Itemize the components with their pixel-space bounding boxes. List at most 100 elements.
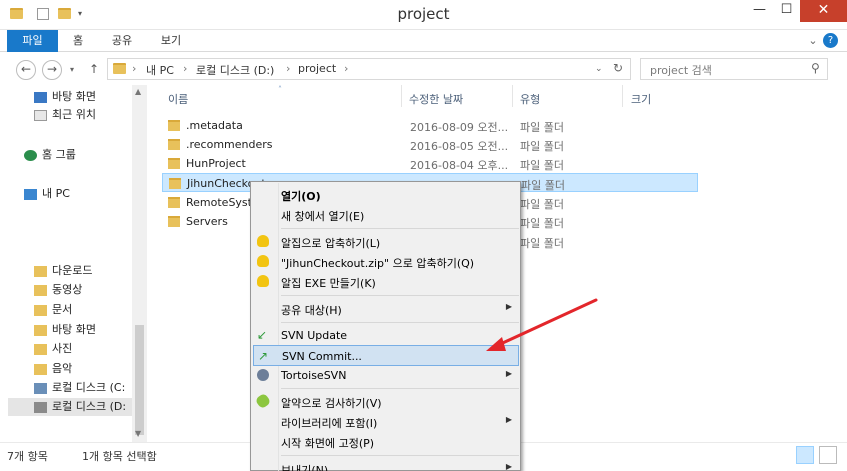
menu-separator bbox=[281, 388, 519, 389]
file-row[interactable]: .metadata 2016-08-09 오전... 파일 폴더 bbox=[162, 116, 698, 135]
address-row: ← → ▾ ↑ › 내 PC › 로컬 디스크 (D:) › project ›… bbox=[0, 53, 847, 85]
close-button[interactable]: ✕ bbox=[800, 0, 847, 22]
column-header-type[interactable]: 유형 bbox=[520, 91, 540, 107]
maximize-button[interactable]: ☐ bbox=[772, 0, 801, 22]
tab-view[interactable]: 보기 bbox=[154, 30, 188, 52]
nav-item-downloads[interactable]: 다운로드 bbox=[34, 262, 92, 280]
up-button[interactable]: ↑ bbox=[89, 62, 99, 76]
folder-icon bbox=[168, 216, 180, 227]
title-bar: ▾ project — ☐ ✕ bbox=[0, 0, 847, 30]
menu-item-alyac-scan[interactable]: 알약으로 검사하기(V) bbox=[253, 391, 519, 412]
tab-home[interactable]: 홈 bbox=[66, 30, 90, 52]
music-icon bbox=[34, 363, 47, 375]
details-view-icon[interactable] bbox=[796, 446, 814, 464]
breadcrumb-separator: › bbox=[132, 62, 137, 75]
ribbon-collapse-icon[interactable]: ⌄ bbox=[806, 30, 820, 52]
breadcrumb-separator: › bbox=[183, 62, 188, 75]
folder-icon bbox=[113, 63, 126, 74]
homegroup-icon bbox=[24, 149, 37, 161]
nav-item-documents[interactable]: 문서 bbox=[34, 301, 72, 319]
selected-count: 1개 항목 선택함 bbox=[82, 450, 157, 463]
alzip-icon bbox=[257, 255, 269, 267]
tortoisesvn-icon bbox=[257, 369, 269, 381]
breadcrumb-separator: › bbox=[344, 62, 349, 75]
item-count: 7개 항목 bbox=[7, 450, 48, 463]
folder-icon bbox=[168, 139, 180, 150]
alzip-icon bbox=[257, 235, 269, 247]
drive-c-icon bbox=[34, 382, 47, 394]
drive-d-icon bbox=[34, 401, 47, 413]
svn-commit-icon: ↗ bbox=[258, 349, 269, 363]
menu-separator bbox=[281, 455, 519, 456]
nav-item-desktop-folder[interactable]: 바탕 화면 bbox=[34, 321, 96, 339]
scrollbar-thumb[interactable] bbox=[135, 325, 144, 435]
nav-item-pictures[interactable]: 사진 bbox=[34, 340, 72, 358]
refresh-icon[interactable]: ↻ bbox=[613, 61, 623, 75]
nav-item-music[interactable]: 음악 bbox=[34, 360, 72, 378]
documents-icon bbox=[34, 304, 47, 316]
breadcrumb-project[interactable]: project bbox=[298, 62, 336, 75]
downloads-icon bbox=[34, 265, 47, 277]
menu-item-pin-to-start[interactable]: 시작 화면에 고정(P) bbox=[253, 431, 519, 452]
nav-item-recent[interactable]: 최근 위치 bbox=[34, 106, 96, 124]
address-dropdown-icon[interactable]: ⌄ bbox=[595, 64, 603, 74]
column-header-name[interactable]: 이름 bbox=[168, 91, 188, 107]
sort-ascending-icon: ˄ bbox=[278, 85, 282, 94]
folder-icon bbox=[168, 197, 180, 208]
folder-icon bbox=[169, 178, 181, 189]
file-row[interactable]: HunProject 2016-08-04 오후... 파일 폴더 bbox=[162, 154, 698, 173]
menu-item-open[interactable]: 열기(O) bbox=[253, 184, 519, 205]
svn-update-icon: ↙ bbox=[257, 328, 268, 342]
column-header-size[interactable]: 크기 bbox=[631, 91, 651, 107]
menu-item-alzip-compress-zip[interactable]: "JihunCheckout.zip" 으로 압축하기(Q) bbox=[253, 251, 519, 272]
nav-item-desktop[interactable]: 바탕 화면 bbox=[34, 88, 96, 106]
desktop-icon bbox=[34, 91, 47, 103]
submenu-arrow-icon: ▶ bbox=[505, 369, 512, 378]
minimize-button[interactable]: — bbox=[745, 0, 774, 22]
annotation-arrow-icon bbox=[486, 298, 598, 351]
nav-item-this-pc[interactable]: 내 PC bbox=[24, 185, 70, 203]
videos-icon bbox=[34, 284, 47, 296]
alyac-icon bbox=[254, 392, 272, 410]
breadcrumb-drive-d[interactable]: 로컬 디스크 (D:) bbox=[196, 62, 274, 78]
recent-locations-icon[interactable]: ▾ bbox=[70, 65, 74, 74]
nav-item-homegroup[interactable]: 홈 그룹 bbox=[24, 146, 76, 164]
tab-share[interactable]: 공유 bbox=[105, 30, 139, 52]
scroll-up-icon[interactable]: ▲ bbox=[135, 87, 141, 96]
tab-file[interactable]: 파일 bbox=[7, 30, 58, 52]
file-row[interactable]: .recommenders 2016-08-05 오전... 파일 폴더 bbox=[162, 135, 698, 154]
nav-item-drive-d[interactable]: 로컬 디스크 (D: bbox=[8, 398, 132, 416]
search-input[interactable]: project 검색 ⚲ bbox=[640, 58, 828, 80]
computer-icon bbox=[24, 188, 37, 200]
menu-item-open-new-window[interactable]: 새 창에서 열기(E) bbox=[253, 204, 519, 225]
menu-item-tortoisesvn[interactable]: TortoiseSVN ▶ bbox=[253, 365, 519, 386]
window-title: project bbox=[397, 5, 450, 23]
nav-scrollbar[interactable]: ▲ ▼ bbox=[132, 85, 147, 442]
back-button[interactable]: ← bbox=[16, 60, 36, 80]
desktop-folder-icon bbox=[34, 324, 47, 336]
forward-button[interactable]: → bbox=[42, 60, 62, 80]
scroll-down-icon[interactable]: ▼ bbox=[135, 429, 141, 438]
menu-separator bbox=[281, 228, 519, 229]
nav-item-drive-c[interactable]: 로컬 디스크 (C: bbox=[34, 379, 132, 397]
pictures-icon bbox=[34, 343, 47, 355]
menu-item-alzip-exe[interactable]: 알집 EXE 만들기(K) bbox=[253, 271, 519, 292]
column-divider[interactable] bbox=[512, 85, 513, 107]
search-placeholder: project 검색 bbox=[650, 64, 712, 77]
menu-item-alzip-compress[interactable]: 알집으로 압축하기(L) bbox=[253, 231, 519, 252]
menu-item-send-to[interactable]: 보내기(N) ▶ bbox=[253, 458, 519, 471]
column-divider[interactable] bbox=[401, 85, 402, 107]
alzip-icon bbox=[257, 275, 269, 287]
column-header-date[interactable]: 수정한 날짜 bbox=[409, 91, 463, 107]
help-icon[interactable]: ? bbox=[823, 33, 838, 48]
column-divider[interactable] bbox=[622, 85, 623, 107]
search-icon[interactable]: ⚲ bbox=[811, 61, 820, 75]
address-bar[interactable]: › 내 PC › 로컬 디스크 (D:) › project › ⌄ ↻ bbox=[107, 58, 631, 80]
menu-item-include-in-library[interactable]: 라이브러리에 포함(I) ▶ bbox=[253, 411, 519, 432]
breadcrumb-separator: › bbox=[286, 62, 291, 75]
nav-item-videos[interactable]: 동영상 bbox=[34, 281, 82, 299]
submenu-arrow-icon: ▶ bbox=[505, 415, 512, 424]
large-icons-view-icon[interactable] bbox=[819, 446, 837, 464]
submenu-arrow-icon: ▶ bbox=[505, 462, 512, 471]
breadcrumb-this-pc[interactable]: 내 PC bbox=[146, 62, 174, 78]
